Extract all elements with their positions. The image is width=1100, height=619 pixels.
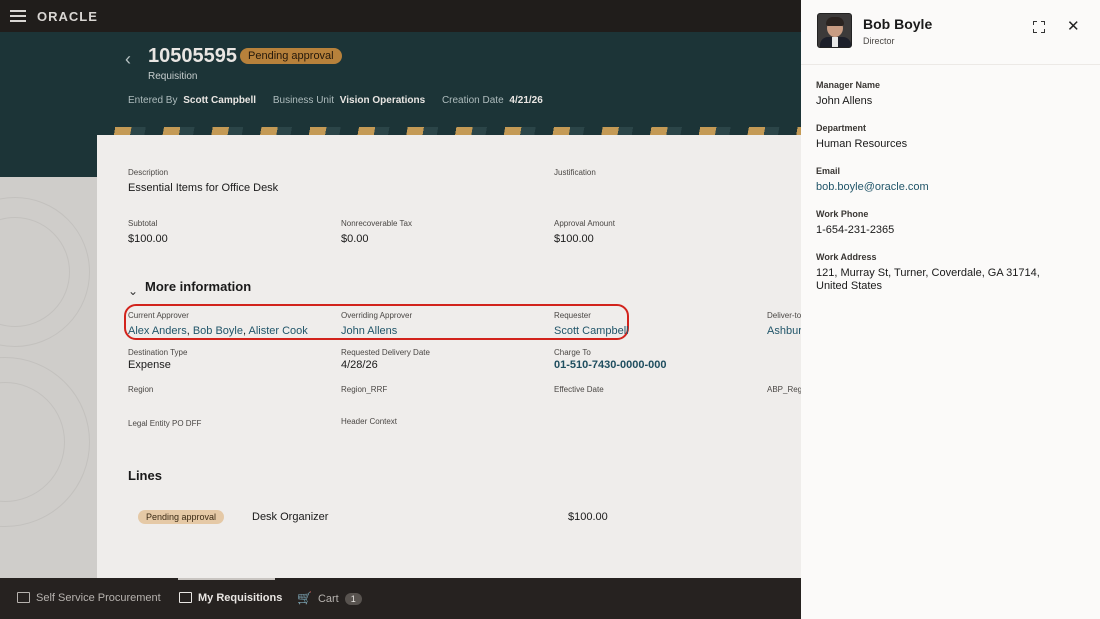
requisition-card: Description Essential Items for Office D…: [97, 127, 801, 578]
avatar: [817, 13, 852, 48]
header-meta: Entered By Scott Campbell Business Unit …: [128, 95, 557, 106]
approver-link[interactable]: Alister Cook: [249, 325, 308, 337]
entered-by-label: Entered By: [128, 95, 178, 106]
abp-region-field: ABP_Regi: [767, 385, 801, 394]
nav-cart[interactable]: 🛒 Cart 1: [297, 591, 362, 605]
requester-link[interactable]: Scott Campbell: [554, 325, 629, 337]
deliver-to-link[interactable]: Ashbur: [767, 325, 801, 337]
overriding-approver-link[interactable]: John Allens: [341, 325, 412, 337]
charge-to-field: Charge To 01-510-7430-0000-000: [554, 348, 667, 371]
clipboard-icon: [179, 592, 192, 603]
cart-count-badge: 1: [344, 593, 362, 605]
email-link[interactable]: bob.boyle@oracle.com: [816, 181, 1071, 194]
header-context-field: Header Context: [341, 417, 398, 426]
active-tab-indicator: [178, 578, 275, 580]
hamburger-menu-icon[interactable]: [10, 10, 26, 22]
business-unit-value: Vision Operations: [339, 95, 426, 106]
region-field: Region: [128, 385, 154, 394]
decorative-strip: [97, 127, 801, 135]
legal-entity-field: Legal Entity PO DFF: [128, 419, 202, 428]
nav-self-service-procurement[interactable]: Self Service Procurement: [17, 592, 161, 604]
oracle-logo: ORACLE: [37, 9, 98, 24]
bottom-navigation: Self Service Procurement My Requisitions…: [0, 578, 801, 619]
business-unit-label: Business Unit: [272, 95, 334, 106]
expand-icon[interactable]: [1033, 21, 1045, 33]
subtotal-field: Subtotal $100.00: [128, 219, 168, 245]
nav-my-requisitions[interactable]: My Requisitions: [179, 592, 282, 604]
region-rrf-field: Region_RRF: [341, 385, 388, 394]
requisition-type: Requisition: [148, 71, 198, 82]
destination-type-field: Destination Type Expense: [128, 348, 188, 371]
requested-delivery-date-field: Requested Delivery Date 4/28/26: [341, 348, 430, 371]
entered-by-value: Scott Campbell: [183, 95, 257, 106]
approver-link[interactable]: Alex Anders: [128, 325, 187, 337]
overriding-approver-field: Overriding Approver John Allens: [341, 311, 413, 337]
close-icon[interactable]: ✕: [1067, 17, 1080, 35]
person-details-panel: Bob Boyle Director ✕ Manager Name John A…: [801, 0, 1100, 619]
work-address-field: Work Address 121, Murray St, Turner, Cov…: [816, 252, 1040, 292]
work-phone-field: Work Phone 1-654-231-2365: [816, 209, 895, 236]
approval-amount-field: Approval Amount $100.00: [554, 219, 615, 245]
approver-link[interactable]: Bob Boyle: [193, 325, 243, 337]
email-field: Email bob.boyle@oracle.com: [816, 166, 1071, 194]
person-name: Bob Boyle: [863, 16, 933, 32]
line-description[interactable]: Desk Organizer: [252, 511, 328, 523]
requisition-number: 10505595: [148, 45, 237, 67]
cart-icon: 🛒: [297, 591, 312, 605]
description-field: Description Essential Items for Office D…: [128, 168, 279, 194]
current-approver-field: Current Approver Alex Anders, Bob Boyle,…: [128, 311, 308, 337]
charge-to-link[interactable]: 01-510-7430-0000-000: [554, 359, 667, 371]
back-arrow-icon[interactable]: ‹: [125, 49, 131, 70]
lines-title: Lines: [128, 468, 162, 483]
line-status-badge: Pending approval: [138, 510, 225, 524]
status-badge: Pending approval: [240, 48, 342, 64]
requester-field: Requester Scott Campbell: [554, 311, 629, 337]
deliver-to-field: Deliver-to Ashbur: [767, 311, 801, 337]
effective-date-field: Effective Date: [554, 385, 604, 394]
store-icon: [17, 592, 30, 603]
person-title: Director: [863, 36, 895, 46]
panel-header: Bob Boyle Director ✕: [801, 0, 1100, 65]
creation-date-label: Creation Date: [441, 95, 504, 106]
creation-date-value: 4/21/26: [509, 95, 543, 106]
chevron-down-icon[interactable]: ⌄: [128, 284, 138, 298]
more-information-toggle[interactable]: More information: [145, 279, 251, 294]
department-field: Department Human Resources: [816, 123, 908, 150]
tax-field: Nonrecoverable Tax $0.00: [341, 219, 413, 245]
justification-field: Justification: [554, 168, 596, 177]
line-amount: $100.00: [568, 511, 608, 523]
background-decor: [0, 177, 97, 578]
top-bar: ORACLE: [0, 0, 801, 32]
manager-name-field: Manager Name John Allens: [816, 80, 881, 107]
